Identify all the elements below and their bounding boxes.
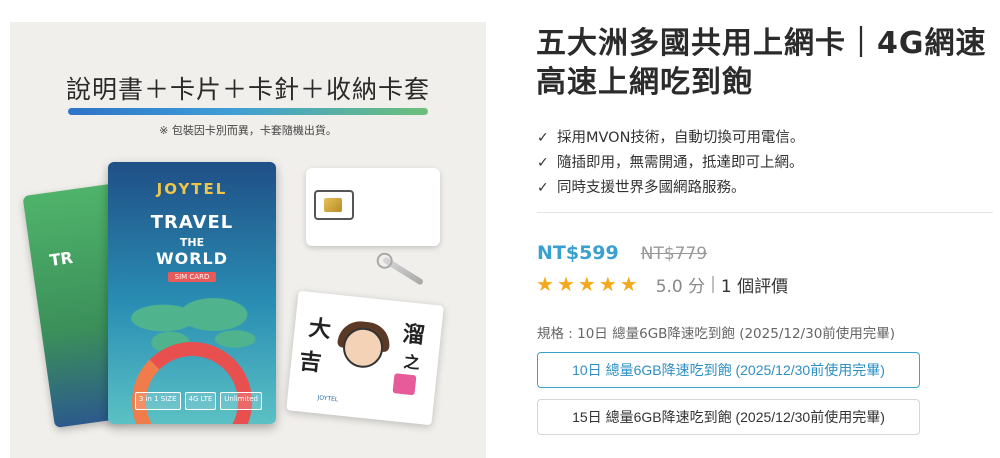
card-sleeve: 大 吉 溜 之 JOYTEL: [286, 290, 444, 426]
image-heading: 說明書＋卡片＋卡針＋收納卡套: [65, 75, 430, 104]
star-icon: ★: [598, 272, 617, 296]
card-spec-size: 3 in 1 SIZE: [134, 392, 181, 410]
card-sim-tag: SIM CARD: [168, 272, 216, 282]
check-icon: ✓: [537, 130, 549, 146]
travel-sim-card: JOYTEL TRAVEL THE WORLD SIM CARD 3 in 1 …: [108, 162, 276, 424]
rating-score: 5.0 分: [655, 276, 706, 297]
star-icon: ★: [556, 272, 575, 296]
sleeve-footer: JOYTEL: [317, 394, 339, 404]
sleeve-char-4: 之: [402, 352, 421, 373]
feature-list: ✓ 採用MVON技術，自動切換可用電信。 ✓ 隨插即用，無需開通，抵達即可上網。…: [537, 126, 804, 201]
card-title-1: TRAVEL: [150, 212, 234, 233]
card-spec-lte: 4G LTE: [184, 392, 217, 410]
image-gradient-bar: [68, 108, 428, 115]
image-note: ※ 包裝因卡別而異，卡套隨機出貨。: [159, 124, 337, 137]
star-icon: ★: [577, 272, 596, 296]
card-title-2: THE: [179, 236, 205, 249]
star-icon: ★: [536, 272, 554, 296]
star-icon: ★: [619, 272, 638, 296]
card-title-3: WORLD: [155, 249, 229, 268]
rating-row[interactable]: ★ ★ ★ ★ ★ 5.0 分 | 1 個評價: [536, 270, 788, 298]
product-title: 五大洲多國共用上網卡｜4G網速高速上網吃到飽: [536, 26, 987, 100]
check-icon: ✓: [537, 155, 549, 171]
feature-item: ✓ 隨插即用，無需開通，抵達即可上網。: [537, 151, 804, 176]
suitcase-icon: [392, 373, 417, 396]
current-price: NT$599: [537, 242, 619, 264]
section-divider: [537, 212, 993, 213]
card-brand: JOYTEL: [156, 180, 228, 198]
feature-text: 採用MVON技術，自動切換可用電信。: [557, 130, 805, 146]
option-15-day[interactable]: 15日 總量6GB降速吃到飽 (2025/12/30前使用完畢): [537, 399, 920, 435]
card-spec-unlimited: Unlimited: [220, 392, 262, 410]
price-row: NT$599 NT$779: [537, 242, 707, 264]
sleeve-char-1: 大: [307, 315, 333, 344]
review-count-link[interactable]: 1 個評價: [721, 272, 788, 297]
sleeve-char-2: 吉: [297, 348, 323, 377]
spec-label: 規格 : 10日 總量6GB降速吃到飽 (2025/12/30前使用完畢): [537, 326, 896, 342]
blank-sim-card: [306, 168, 440, 246]
option-10-day[interactable]: 10日 總量6GB降速吃到飽 (2025/12/30前使用完畢): [537, 352, 920, 388]
green-card-text: TR: [48, 247, 75, 271]
sleeve-char-3: 溜: [401, 320, 426, 350]
feature-item: ✓ 同時支援世界多國網路服務。: [537, 176, 804, 201]
product-image: 說明書＋卡片＋卡針＋收納卡套 ※ 包裝因卡別而異，卡套隨機出貨。 TR JOYT…: [10, 22, 486, 458]
rating-separator: |: [710, 274, 716, 294]
star-rating: ★ ★ ★ ★ ★: [536, 270, 638, 298]
check-icon: ✓: [537, 180, 549, 196]
feature-text: 同時支援世界多國網路服務。: [557, 180, 746, 196]
sim-chip-icon: [324, 198, 342, 212]
sim-eject-pin-icon: [381, 256, 425, 286]
feature-item: ✓ 採用MVON技術，自動切換可用電信。: [537, 126, 804, 151]
original-price: NT$779: [640, 244, 708, 264]
card-spec-row: 3 in 1 SIZE 4G LTE Unlimited: [122, 392, 262, 410]
feature-text: 隨插即用，無需開通，抵達即可上網。: [557, 155, 804, 171]
